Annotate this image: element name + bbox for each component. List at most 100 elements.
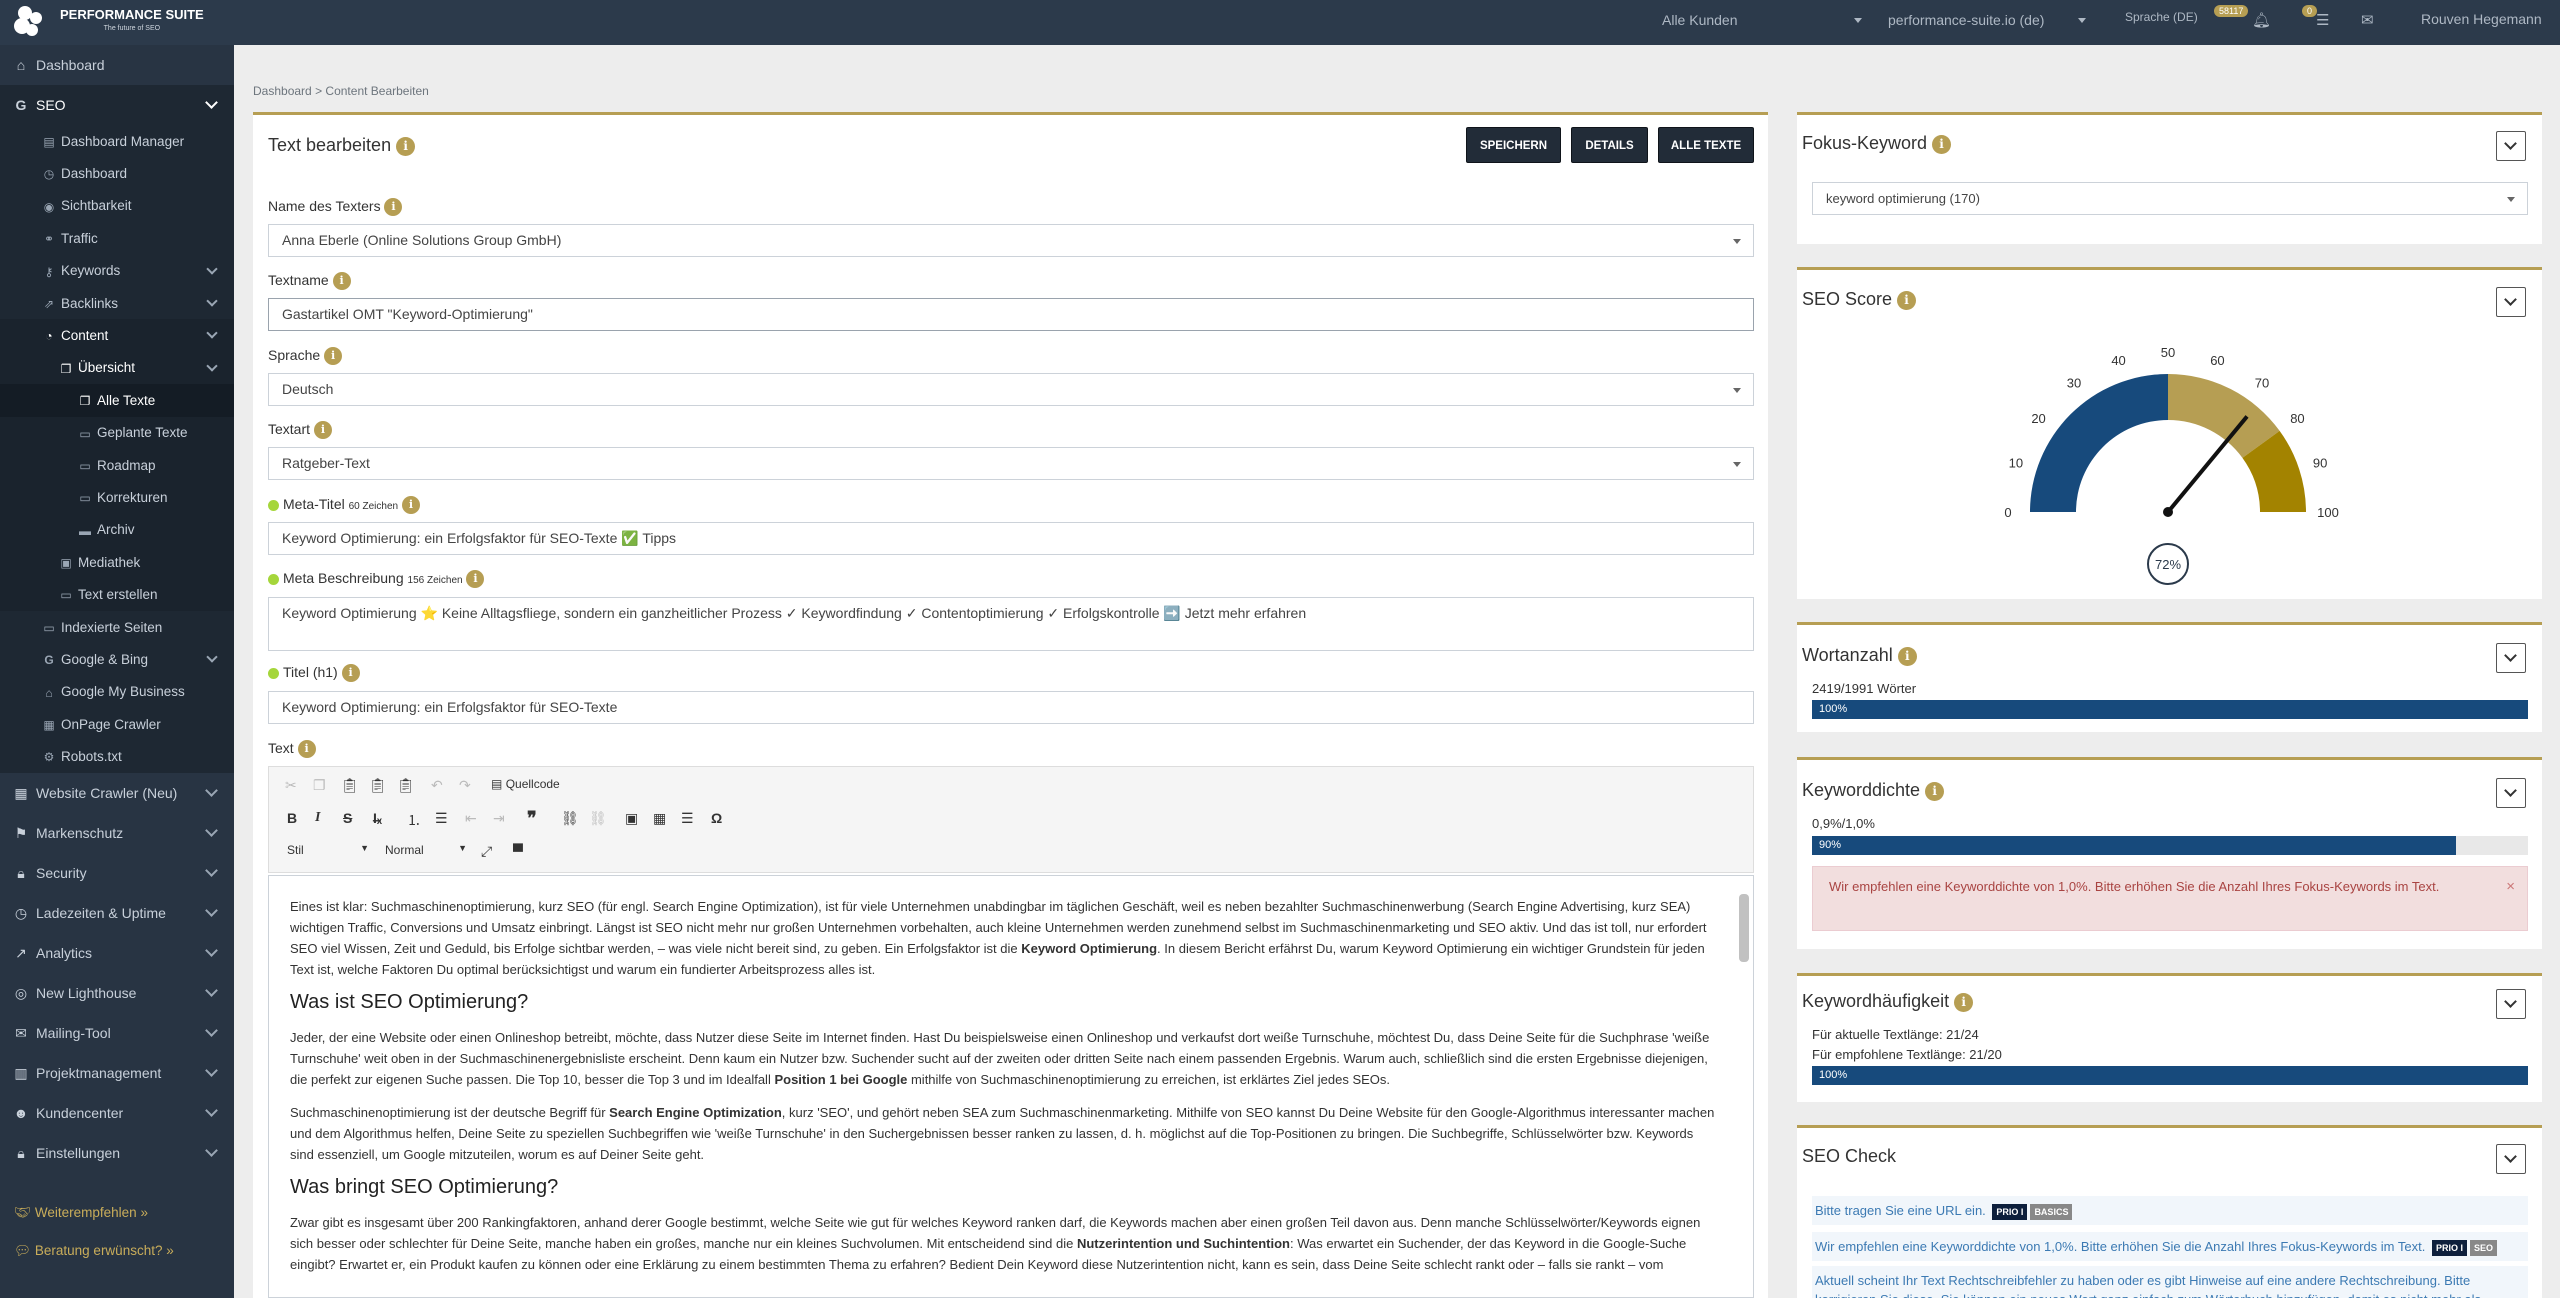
breadcrumb-home[interactable]: Dashboard: [253, 84, 312, 98]
writer-select[interactable]: Anna Eberle (Online Solutions Group GmbH…: [268, 224, 1754, 257]
sidebar-item-roadmap[interactable]: ▭ Roadmap: [0, 449, 234, 481]
sidebar-item-dashboard[interactable]: ⌂ Dashboard: [0, 45, 234, 85]
seo-check-item[interactable]: Wir empfehlen eine Keyworddichte von 1,0…: [1812, 1232, 2528, 1261]
info-icon[interactable]: i: [341, 664, 360, 683]
horizontal-rule-icon[interactable]: ☰: [681, 810, 694, 827]
paste-icon[interactable]: 📋︎: [341, 777, 359, 794]
meta-title-input[interactable]: Keyword Optimierung: ein Erfolgsfaktor f…: [268, 522, 1754, 555]
image-icon[interactable]: ▣: [625, 810, 638, 827]
remove-format-icon[interactable]: I̶ₓ: [373, 810, 382, 826]
info-icon[interactable]: i: [1932, 134, 1952, 154]
strikethrough-icon[interactable]: S: [343, 810, 352, 826]
cut-icon[interactable]: ✂: [285, 777, 297, 794]
all-texts-button[interactable]: ALLE TEXTE: [1658, 127, 1754, 163]
sidebar-item-geplante-texte[interactable]: ▭ Geplante Texte: [0, 417, 234, 449]
focus-keyword-select[interactable]: keyword optimierung (170): [1812, 182, 2528, 215]
info-icon[interactable]: i: [384, 198, 403, 217]
info-icon[interactable]: i: [332, 272, 351, 291]
collapse-button[interactable]: [2496, 1144, 2526, 1174]
bold-icon[interactable]: B: [287, 810, 297, 826]
sidebar-item-seo-dashboard[interactable]: ◷ Dashboard: [0, 157, 234, 189]
customer-select[interactable]: Alle Kunden: [1662, 12, 1862, 28]
sidebar-item-content[interactable]: ◔ Content: [0, 319, 234, 352]
domain-select[interactable]: performance-suite.io (de): [1888, 12, 2086, 28]
close-icon[interactable]: ×: [2506, 877, 2515, 897]
info-icon[interactable]: i: [396, 136, 416, 156]
sidebar-item-kundencenter[interactable]: ☻ Kundencenter: [0, 1093, 234, 1133]
h1-input[interactable]: Keyword Optimierung: ein Erfolgsfaktor f…: [268, 691, 1754, 724]
save-button[interactable]: SPEICHERN: [1466, 127, 1561, 163]
tasks-icon[interactable]: ☰: [2316, 11, 2329, 29]
info-icon[interactable]: i: [324, 347, 343, 366]
seo-check-item[interactable]: Aktuell scheint Ihr Text Rechtschreibfeh…: [1812, 1266, 2528, 1298]
italic-icon[interactable]: I: [315, 810, 320, 826]
info-icon[interactable]: i: [1954, 992, 1974, 1012]
link-icon[interactable]: ⛓: [561, 810, 579, 827]
info-icon[interactable]: i: [466, 570, 485, 589]
collapse-button[interactable]: [2496, 989, 2526, 1019]
undo-icon[interactable]: ↶: [431, 777, 443, 794]
textname-input[interactable]: Gastartikel OMT "Keyword-Optimierung": [268, 298, 1754, 331]
copy-icon[interactable]: ❐: [313, 777, 326, 794]
user-menu[interactable]: Rouven Hegemann: [2421, 11, 2542, 27]
format-select[interactable]: Normal ▼: [385, 843, 467, 857]
sidebar-item-security[interactable]: 🔒︎ Security: [0, 853, 234, 893]
outdent-icon[interactable]: ⇤: [465, 810, 477, 827]
sidebar-item-google-bing[interactable]: G Google & Bing: [0, 643, 234, 675]
language-select[interactable]: Sprache (DE): [2125, 10, 2217, 24]
sidebar-item-korrekturen[interactable]: ▭ Korrekturen: [0, 481, 234, 513]
info-icon[interactable]: i: [313, 421, 332, 440]
bell-icon[interactable]: 🔔︎: [2252, 11, 2271, 29]
sidebar-item-traffic[interactable]: ⚭ Traffic: [0, 222, 234, 254]
sidebar-item-indexierte-seiten[interactable]: ▭ Indexierte Seiten: [0, 611, 234, 643]
blockquote-icon[interactable]: ❞: [527, 808, 537, 829]
collapse-button[interactable]: [2496, 778, 2526, 808]
consulting-link[interactable]: 💬︎ Beratung erwünscht? »: [14, 1243, 174, 1259]
scrollbar-thumb[interactable]: [1739, 894, 1749, 962]
sidebar-item-einstellungen[interactable]: 🔒︎ Einstellungen: [0, 1133, 234, 1173]
sidebar-item-mediathek[interactable]: ▣ Mediathek: [0, 546, 234, 578]
show-blocks-icon[interactable]: ▀: [513, 843, 523, 859]
maximize-icon[interactable]: ⤢: [481, 843, 492, 860]
info-icon[interactable]: i: [297, 740, 316, 759]
logo[interactable]: PERFORMANCE SUITE The future of SEO: [10, 4, 204, 40]
sidebar-item-archiv[interactable]: ▬ Archiv: [0, 514, 234, 546]
unlink-icon[interactable]: ⛓: [589, 810, 607, 827]
sidebar-item-dashboard-manager[interactable]: ▤ Dashboard Manager: [0, 125, 234, 157]
meta-description-textarea[interactable]: Keyword Optimierung ⭐ Keine Alltagsflieg…: [268, 597, 1754, 651]
table-icon[interactable]: ▦: [653, 810, 666, 827]
redo-icon[interactable]: ↷: [459, 777, 471, 794]
sidebar-item-ladezeiten[interactable]: ◷ Ladezeiten & Uptime: [0, 893, 234, 933]
paste-word-icon[interactable]: 📋︎: [397, 777, 415, 794]
editor-content[interactable]: Eines ist klar: Suchmaschinenoptimierung…: [269, 876, 1753, 1275]
details-button[interactable]: DETAILS: [1571, 127, 1648, 163]
collapse-button[interactable]: [2496, 643, 2526, 673]
paste-text-icon[interactable]: 📋︎: [369, 777, 387, 794]
style-select[interactable]: Stil ▼: [287, 843, 369, 857]
sidebar-item-analytics[interactable]: ↗ Analytics: [0, 933, 234, 973]
numbered-list-icon[interactable]: ⒈: [407, 810, 421, 830]
sidebar-item-mailing-tool[interactable]: ✉ Mailing-Tool: [0, 1013, 234, 1053]
sidebar-item-seo[interactable]: G SEO: [0, 85, 234, 125]
language-select-field[interactable]: Deutsch: [268, 373, 1754, 406]
text-editor[interactable]: Eines ist klar: Suchmaschinenoptimierung…: [268, 875, 1754, 1298]
info-icon[interactable]: i: [1925, 781, 1945, 801]
collapse-button[interactable]: [2496, 287, 2526, 317]
info-icon[interactable]: i: [1897, 290, 1917, 310]
sidebar-item-website-crawler[interactable]: ▦ Website Crawler (Neu): [0, 773, 234, 813]
indent-icon[interactable]: ⇥: [493, 810, 505, 827]
sidebar-item-projektmanagement[interactable]: ▥ Projektmanagement: [0, 1053, 234, 1093]
bullet-list-icon[interactable]: ☰: [435, 810, 448, 827]
collapse-button[interactable]: [2496, 131, 2526, 161]
sidebar-item-google-my-business[interactable]: ⌂ Google My Business: [0, 676, 234, 708]
sidebar-item-text-erstellen[interactable]: ▭ Text erstellen: [0, 578, 234, 610]
source-button[interactable]: ▤ Quellcode: [491, 777, 560, 791]
sidebar-item-uebersicht[interactable]: ❐ Übersicht: [0, 352, 234, 384]
sidebar-item-alle-texte[interactable]: ❐ Alle Texte: [0, 384, 234, 417]
special-char-icon[interactable]: Ω: [711, 810, 722, 826]
seo-check-item[interactable]: Bitte tragen Sie eine URL ein. PRIO I BAS…: [1812, 1196, 2528, 1225]
sidebar-item-sichtbarkeit[interactable]: ◉ Sichtbarkeit: [0, 190, 234, 222]
sidebar-item-keywords[interactable]: ⚷ Keywords: [0, 255, 234, 287]
recommend-link[interactable]: 🤝︎ Weiterempfehlen »: [14, 1205, 148, 1221]
sidebar-item-backlinks[interactable]: ⇗ Backlinks: [0, 287, 234, 319]
